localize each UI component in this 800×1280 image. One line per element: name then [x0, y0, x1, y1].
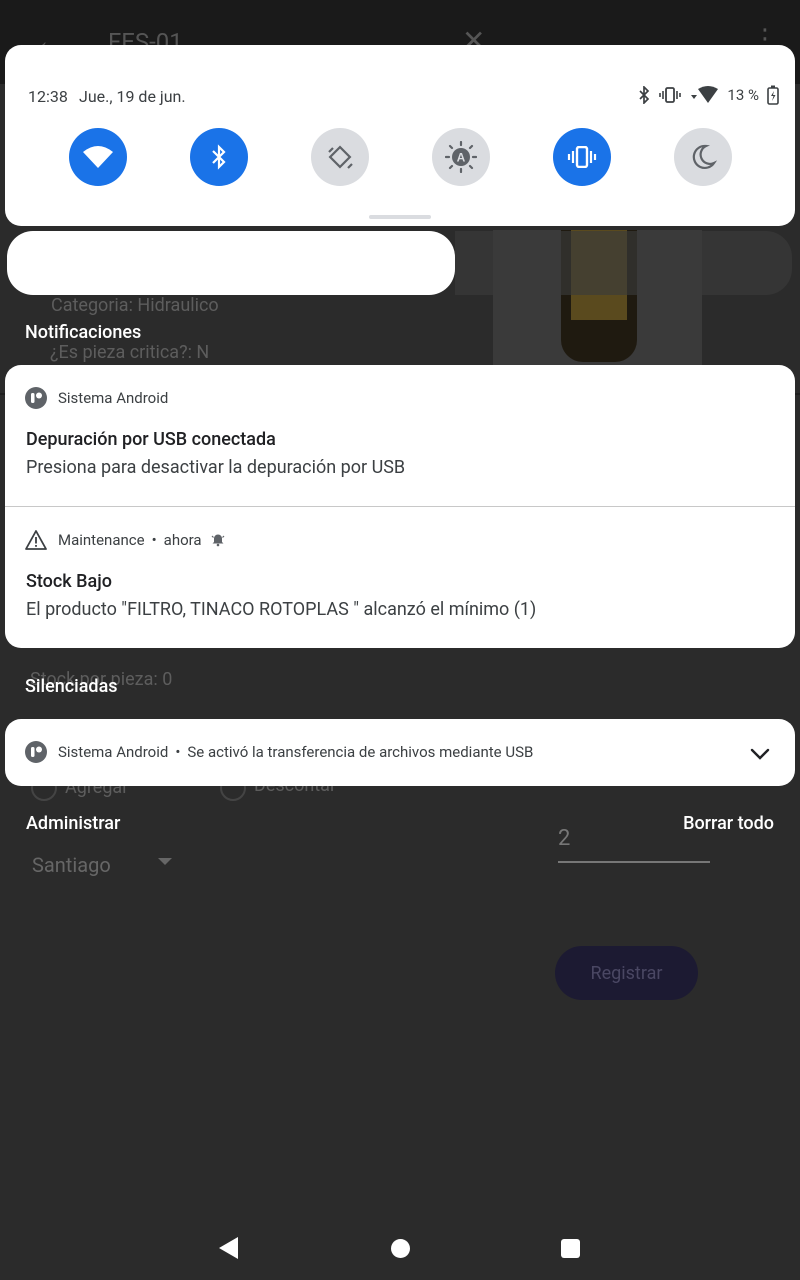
quick-settings-panel: 12:38 Jue., 19 de jun. 13 % A [5, 45, 795, 226]
vibrate-tile[interactable] [553, 128, 611, 186]
quantity-field-underline [558, 861, 710, 863]
svg-text:A: A [457, 151, 466, 165]
notification-app-name: Sistema Android [58, 389, 169, 407]
quick-settings-handle[interactable] [369, 215, 431, 219]
chevron-down-icon[interactable] [749, 743, 771, 765]
app-category: Categoria: Hidraulico [51, 295, 219, 316]
notification-header: Sistema Android • Se activó la transfere… [25, 741, 533, 763]
app-critical: ¿Es pieza critica?: N [50, 342, 210, 363]
register-button: Registrar [555, 946, 698, 1000]
status-icons: 13 % [637, 85, 779, 105]
separator-dot: • [151, 531, 157, 549]
clear-all-button[interactable]: Borrar todo [683, 813, 774, 834]
auto-brightness-tile[interactable]: A [432, 128, 490, 186]
warning-icon [25, 530, 47, 550]
media-controls-pill[interactable] [7, 231, 455, 295]
android-system-icon [25, 741, 47, 763]
notification-usb-debugging[interactable]: Sistema Android Depuración por USB conec… [5, 365, 795, 506]
media-controls-background [455, 231, 792, 295]
manage-button[interactable]: Administrar [26, 813, 120, 834]
notification-text: Se activó la transferencia de archivos m… [187, 743, 534, 761]
wifi-tile[interactable] [69, 128, 127, 186]
vibrate-status-icon [659, 87, 682, 103]
notification-stock-bajo[interactable]: Maintenance • ahora Stock Bajo El produc… [5, 507, 795, 648]
dropdown-caret-icon [158, 858, 172, 865]
brightness-auto-icon: A [445, 141, 477, 173]
notification-title: Stock Bajo [26, 571, 112, 592]
notification-text: Presiona para desactivar la depuración p… [26, 457, 406, 478]
location-select: Santiago [32, 853, 111, 877]
nav-back-icon[interactable] [219, 1237, 238, 1259]
nav-recents-icon[interactable] [561, 1239, 580, 1258]
notifications-section-title: Notificaciones [25, 322, 142, 343]
clock: 12:38 [28, 87, 68, 106]
battery-percent: 13 % [727, 86, 759, 104]
bluetooth-icon [212, 144, 226, 170]
alerting-bell-icon [211, 534, 225, 547]
notification-text: El producto "FILTRO, TINACO ROTOPLAS " a… [26, 599, 537, 620]
notification-app-name: Sistema Android [58, 743, 169, 761]
silenced-section-title: Silenciadas [25, 676, 118, 697]
bluetooth-status-icon [639, 86, 650, 104]
notification-header: Sistema Android [25, 387, 168, 409]
bluetooth-tile[interactable] [190, 128, 248, 186]
wifi-icon [83, 146, 113, 168]
moon-icon [692, 144, 717, 170]
auto-rotate-tile[interactable] [311, 128, 369, 186]
battery-charging-icon [767, 85, 779, 105]
notification-header: Maintenance • ahora [25, 529, 225, 551]
rotate-icon [328, 145, 353, 169]
notification-title: Depuración por USB conectada [26, 429, 276, 450]
android-system-icon [25, 387, 47, 409]
vibrate-icon [567, 146, 597, 168]
notification-app-name: Maintenance [58, 531, 145, 549]
notification-time: ahora [163, 531, 202, 549]
night-mode-tile[interactable] [674, 128, 732, 186]
separator-dot: • [175, 743, 181, 761]
wifi-status-icon [691, 86, 719, 103]
date[interactable]: Jue., 19 de jun. [79, 87, 186, 106]
notification-usb-file-transfer[interactable]: Sistema Android • Se activó la transfere… [5, 719, 795, 786]
quantity-field-value: 2 [558, 826, 571, 851]
nav-home-icon[interactable] [391, 1239, 410, 1258]
notifications-card: Sistema Android Depuración por USB conec… [5, 365, 795, 648]
